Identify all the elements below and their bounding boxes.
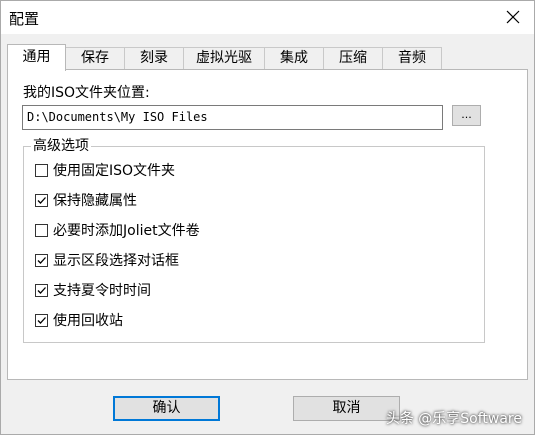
- checkbox[interactable]: [35, 223, 48, 237]
- checkmark-icon: [37, 316, 46, 324]
- general-panel: 我的ISO文件夹位置: D:\Documents\My ISO Files ..…: [7, 69, 528, 380]
- checkbox[interactable]: [35, 283, 48, 297]
- option-label: 支持夏令时时间: [53, 283, 151, 299]
- title-bar: 配置: [1, 1, 534, 34]
- iso-folder-path-input[interactable]: D:\Documents\My ISO Files: [22, 105, 443, 130]
- tab-compression[interactable]: 压缩: [323, 47, 383, 70]
- tab-label: 虚拟光驱: [196, 50, 252, 66]
- iso-folder-label: 我的ISO文件夹位置:: [23, 85, 150, 101]
- tab-label: 集成: [280, 50, 308, 66]
- close-icon: [506, 10, 520, 24]
- advanced-options-group: 高级选项 使用固定ISO文件夹 保持隐藏属性 必要时添加Joliet文件卷 显示…: [23, 137, 485, 343]
- checkbox[interactable]: [35, 163, 48, 177]
- tab-label: 压缩: [339, 50, 367, 66]
- tab-virtual-drive[interactable]: 虚拟光驱: [183, 47, 265, 70]
- option-label: 保持隐藏属性: [53, 193, 137, 209]
- tab-label: 保存: [81, 50, 109, 66]
- checkmark-icon: [37, 196, 46, 204]
- tab-label: 刻录: [140, 50, 168, 66]
- tab-audio[interactable]: 音频: [382, 47, 442, 70]
- window-title: 配置: [9, 10, 40, 28]
- checkmark-icon: [37, 256, 46, 264]
- option-label: 使用固定ISO文件夹: [53, 163, 176, 179]
- checkbox[interactable]: [35, 193, 48, 207]
- option-label: 使用回收站: [53, 313, 123, 329]
- option-daylight-saving-time[interactable]: 支持夏令时时间: [35, 280, 151, 300]
- tab-save[interactable]: 保存: [65, 47, 125, 70]
- checkbox[interactable]: [35, 253, 48, 267]
- tab-general[interactable]: 通用: [7, 44, 66, 71]
- option-label: 必要时添加Joliet文件卷: [53, 223, 200, 239]
- config-dialog: 配置 通用 保存 刻录 虚拟光驱 集成 压缩 音频 我的ISO文件夹位置: D:…: [0, 0, 535, 435]
- tab-burn[interactable]: 刻录: [124, 47, 184, 70]
- advanced-options-title: 高级选项: [31, 137, 91, 155]
- close-button[interactable]: [498, 4, 528, 30]
- ok-button[interactable]: 确认: [113, 396, 220, 421]
- option-label: 显示区段选择对话框: [53, 253, 179, 269]
- cancel-button[interactable]: 取消: [293, 396, 400, 421]
- option-show-session-dialog[interactable]: 显示区段选择对话框: [35, 250, 179, 270]
- dialog-body: 通用 保存 刻录 虚拟光驱 集成 压缩 音频 我的ISO文件夹位置: D:\Do…: [1, 34, 534, 434]
- tab-label: 音频: [398, 50, 426, 66]
- option-fixed-iso-folder[interactable]: 使用固定ISO文件夹: [35, 160, 175, 180]
- option-use-recycle-bin[interactable]: 使用回收站: [35, 310, 123, 330]
- checkbox[interactable]: [35, 313, 48, 327]
- tab-integration[interactable]: 集成: [264, 47, 324, 70]
- checkmark-icon: [37, 286, 46, 294]
- option-add-joliet-volume[interactable]: 必要时添加Joliet文件卷: [35, 220, 200, 240]
- tab-label: 通用: [22, 49, 51, 65]
- watermark: 头条 @乐享Software: [385, 411, 522, 427]
- browse-button[interactable]: ...: [452, 105, 481, 126]
- option-keep-hidden-attribute[interactable]: 保持隐藏属性: [35, 190, 137, 210]
